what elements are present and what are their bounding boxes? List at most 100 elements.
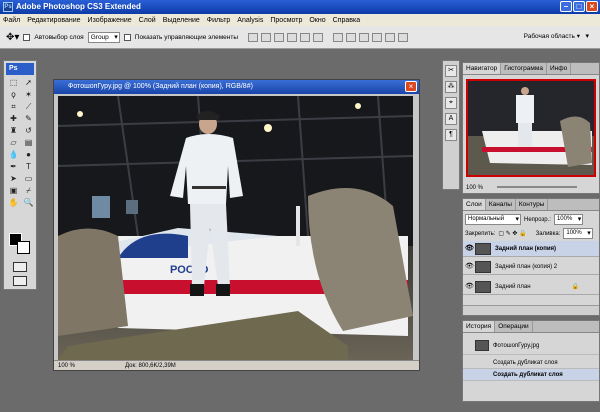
layers-panel: Слои Каналы Контуры Нормальный Непрозр.:… <box>462 198 600 316</box>
align-vcenter-icon[interactable] <box>261 32 272 42</box>
tab-channels[interactable]: Каналы <box>486 199 516 210</box>
healing-brush-tool-icon[interactable]: ✚ <box>7 114 20 124</box>
layer-row[interactable]: 👁 Задний план 🔒 <box>463 279 599 295</box>
menu-layer[interactable]: Слой <box>139 17 156 24</box>
tab-layers[interactable]: Слои <box>463 199 486 210</box>
zoom-tool-icon[interactable]: 🔍 <box>22 198 35 208</box>
show-controls-checkbox[interactable] <box>123 33 131 41</box>
dodge-tool-icon[interactable]: ● <box>22 150 35 160</box>
navigator-zoom[interactable]: 100 % <box>466 185 483 191</box>
tab-paths[interactable]: Контуры <box>516 199 549 210</box>
hand-tool-icon[interactable]: ✋ <box>7 198 20 208</box>
path-selection-tool-icon[interactable]: ➤ <box>7 174 20 184</box>
tab-actions[interactable]: Операции <box>495 321 533 332</box>
toolbox-logo: Ps <box>6 63 34 75</box>
blur-tool-icon[interactable]: 💧 <box>7 150 20 160</box>
quick-mask-icon[interactable] <box>13 262 27 272</box>
opacity-input[interactable]: 100% <box>553 214 584 225</box>
move-tool-icon[interactable]: ➚ <box>22 78 35 88</box>
eyedropper-tool-icon[interactable]: ⌿ <box>22 186 35 196</box>
distribute-hcenter-icon[interactable] <box>385 32 396 42</box>
history-item-label: Создать дубликат слоя <box>493 372 563 378</box>
document-status-bar: 100 % Док: 800,6K/2,39M <box>54 360 419 370</box>
clone-source-icon[interactable]: ⌖ <box>445 97 457 109</box>
menu-image[interactable]: Изображение <box>88 17 132 24</box>
paragraph-icon[interactable]: ¶ <box>445 129 457 141</box>
screen-mode-icon[interactable] <box>13 276 27 286</box>
align-bottom-icon[interactable] <box>274 32 285 42</box>
tools-preset-icon[interactable]: ✂ <box>445 65 457 77</box>
tab-histogram[interactable]: Гистограмма <box>501 63 547 74</box>
blend-mode-select[interactable]: Нормальный <box>465 214 521 225</box>
navigator-zoom-slider[interactable] <box>497 186 577 188</box>
menu-view[interactable]: Просмотр <box>270 17 302 24</box>
distribute-buttons <box>333 32 409 42</box>
maximize-button[interactable]: □ <box>573 1 585 12</box>
move-tool-icon[interactable]: ✥▾ <box>6 32 19 43</box>
close-button[interactable]: × <box>586 1 598 12</box>
tab-info[interactable]: Инфо <box>547 63 572 74</box>
fill-input[interactable]: 100% <box>563 228 593 239</box>
shape-tool-icon[interactable]: ▭ <box>22 174 35 184</box>
eye-icon[interactable]: 👁 <box>465 245 474 253</box>
brushes-icon[interactable]: ⁂ <box>445 81 457 93</box>
history-item[interactable]: Создать дубликат слоя <box>463 357 599 369</box>
workspace-select[interactable]: Рабочая область ▾ <box>521 31 590 43</box>
menu-help[interactable]: Справка <box>333 17 360 24</box>
lock-label: Закрепить: <box>465 230 496 237</box>
distribute-top-icon[interactable] <box>333 32 344 42</box>
document-window: ФотошопГуру.jpg @ 100% (Задний план (коп… <box>53 79 420 371</box>
document-zoom[interactable]: 100 % <box>58 361 75 370</box>
distribute-right-icon[interactable] <box>398 32 409 42</box>
menu-file[interactable]: Файл <box>3 17 20 24</box>
menu-select[interactable]: Выделение <box>163 17 200 24</box>
menu-analysis[interactable]: Analysis <box>237 17 263 24</box>
magic-wand-tool-icon[interactable]: ✶ <box>22 90 35 100</box>
menu-edit[interactable]: Редактирование <box>27 17 80 24</box>
distribute-vcenter-icon[interactable] <box>346 32 357 42</box>
crop-tool-icon[interactable]: ⌗ <box>7 102 20 112</box>
layer-row[interactable]: 👁 Задний план (копия) 2 <box>463 259 599 275</box>
options-bar: ✥▾ Автовыбор слоя Group Показать управля… <box>0 26 600 49</box>
minimize-button[interactable]: – <box>560 1 572 12</box>
menu-window[interactable]: Окно <box>309 17 325 24</box>
background-color-swatch[interactable] <box>17 241 30 254</box>
history-snapshot[interactable]: ФотошопГуру.jpg <box>463 337 599 355</box>
lock-icons[interactable]: ▢ ✎ ✥ 🔒 <box>498 230 526 237</box>
marquee-tool-icon[interactable]: ⬚ <box>7 78 20 88</box>
slice-tool-icon[interactable]: ⟋ <box>22 102 35 112</box>
history-panel: История Операции ФотошопГуру.jpg Создать… <box>462 320 600 402</box>
eraser-tool-icon[interactable]: ▱ <box>7 138 20 148</box>
align-top-icon[interactable] <box>248 32 259 42</box>
lasso-tool-icon[interactable]: ϙ <box>7 90 20 100</box>
history-item[interactable]: Создать дубликат слоя <box>463 369 599 381</box>
menu-filter[interactable]: Фильтр <box>207 17 231 24</box>
distribute-bottom-icon[interactable] <box>359 32 370 42</box>
notes-tool-icon[interactable]: ▣ <box>7 186 20 196</box>
pen-tool-icon[interactable]: ✒ <box>7 162 20 172</box>
document-close-button[interactable]: × <box>405 81 417 92</box>
align-left-icon[interactable] <box>287 32 298 42</box>
type-tool-icon[interactable]: T <box>22 162 35 172</box>
align-right-icon[interactable] <box>313 32 324 42</box>
align-hcenter-icon[interactable] <box>300 32 311 42</box>
tab-navigator[interactable]: Навигатор <box>463 63 502 74</box>
tab-history[interactable]: История <box>463 321 496 332</box>
image-canvas[interactable]: РОСТО <box>58 96 413 360</box>
layer-row[interactable]: 👁 Задний план (копия) <box>463 241 599 257</box>
panel-icon-dock: ✂ ⁂ ⌖ A ¶ <box>442 60 460 190</box>
character-icon[interactable]: A <box>445 113 457 125</box>
history-brush-tool-icon[interactable]: ↺ <box>22 126 35 136</box>
distribute-left-icon[interactable] <box>372 32 383 42</box>
layers-footer <box>463 305 599 315</box>
autoselect-type-select[interactable]: Group <box>87 31 120 43</box>
navigator-preview[interactable] <box>466 79 596 177</box>
autoselect-checkbox[interactable] <box>23 33 31 41</box>
layer-lock-row: Закрепить: ▢ ✎ ✥ 🔒 Заливка: 100% <box>465 228 593 239</box>
clone-stamp-tool-icon[interactable]: ♜ <box>7 126 20 136</box>
brush-tool-icon[interactable]: ✎ <box>22 114 35 124</box>
fill-label: Заливка: <box>535 230 561 237</box>
gradient-tool-icon[interactable]: ▤ <box>22 138 35 148</box>
eye-icon[interactable]: 👁 <box>465 263 474 271</box>
eye-icon[interactable]: 👁 <box>465 283 474 291</box>
